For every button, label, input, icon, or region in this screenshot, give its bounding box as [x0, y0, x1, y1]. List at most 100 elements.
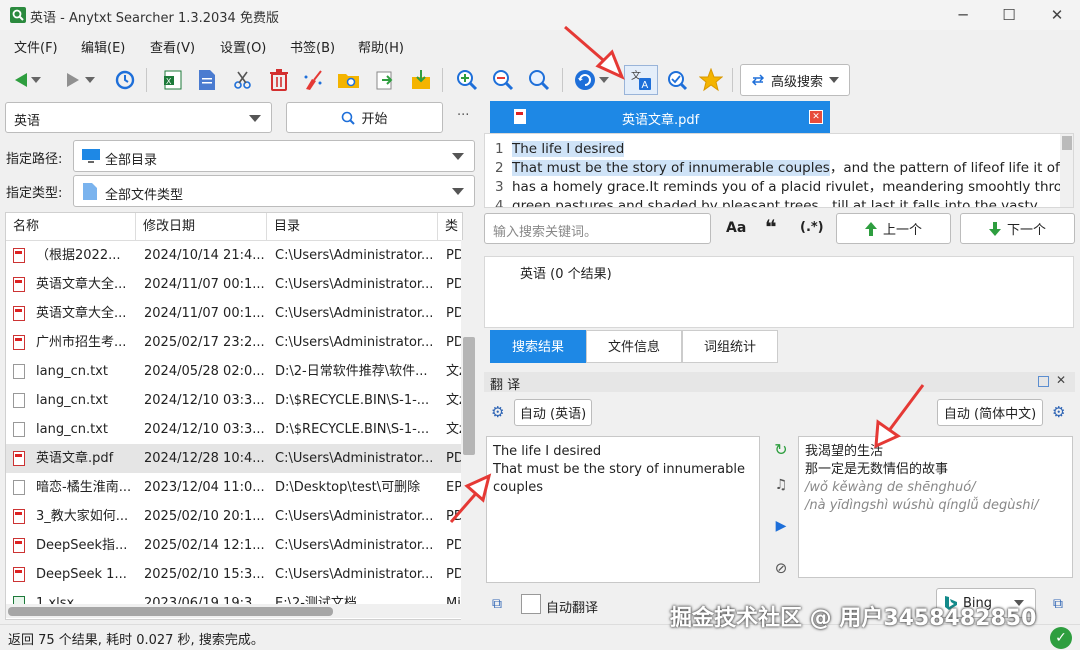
menu-settings[interactable]: 设置(O)	[220, 37, 266, 56]
zoom-reset-icon[interactable]	[524, 60, 554, 100]
path-select[interactable]: 全部目录	[73, 140, 475, 172]
target-text-area[interactable]: 我渴望的生活 那一定是无数情侣的故事 /wǒ kěwàng de shēnghu…	[798, 436, 1073, 578]
next-match-button[interactable]: 下一个	[960, 213, 1075, 244]
table-row[interactable]: lang_cn.txt 2024/05/28 02:0... D:\2-日常软件推荐…	[6, 357, 462, 386]
pdf-file-icon	[13, 335, 25, 350]
table-row[interactable]: 暗恋-橘生淮南... 2023/12/04 11:0... D:\Desktop\t…	[6, 473, 462, 502]
toolbar-separator	[442, 68, 443, 92]
copy-target-icon[interactable]: ⧉	[1053, 596, 1063, 612]
cell-directory: C:\Users\Administrator...	[275, 567, 434, 582]
chevron-down-icon[interactable]	[452, 153, 464, 160]
copy-source-icon[interactable]: ⧉	[492, 596, 502, 612]
find-in-page-icon[interactable]	[662, 60, 692, 100]
auto-translate-checkbox[interactable]	[521, 594, 541, 614]
menu-edit[interactable]: 编辑(E)	[81, 37, 125, 56]
arrow-up-icon	[864, 221, 877, 236]
column-directory[interactable]: 目录	[267, 213, 438, 241]
arrow-down-icon	[988, 221, 1001, 236]
source-text-area[interactable]: The life I desired That must be the stor…	[486, 436, 760, 583]
table-row[interactable]: DeepSeek 1... 2025/02/10 15:3... C:\Users\…	[6, 560, 462, 589]
source-line: That must be the story of innumerable	[493, 462, 745, 477]
whole-word-button[interactable]: ❝	[765, 215, 777, 239]
zoom-in-icon[interactable]	[452, 60, 482, 100]
chevron-down-icon[interactable]	[249, 114, 261, 122]
tab-phrase-stats[interactable]: 词组统计	[682, 330, 778, 363]
menu-bookmarks[interactable]: 书签(B)	[290, 37, 335, 56]
find-input[interactable]: 输入搜索关键词。	[484, 213, 711, 244]
menu-view[interactable]: 查看(V)	[150, 37, 195, 56]
open-folder-icon[interactable]	[334, 60, 364, 100]
type-value: 全部文件类型	[105, 188, 184, 203]
document-icon[interactable]	[192, 60, 222, 100]
preview-scroll-thumb[interactable]	[1062, 136, 1072, 150]
table-row[interactable]: DeepSeek指... 2025/02/14 12:1... C:\Users\A…	[6, 531, 462, 560]
title-bar: 英语 - Anytxt Searcher 1.3.2034 免费版 ─ ☐ ✕	[0, 0, 1080, 30]
cut-icon[interactable]	[228, 60, 258, 100]
advanced-search-button[interactable]: 高级搜索	[740, 64, 850, 96]
export-excel-icon[interactable]: X	[158, 60, 188, 100]
search-input[interactable]: 英语	[5, 102, 272, 133]
column-type[interactable]: 类	[438, 213, 462, 241]
target-settings-icon[interactable]: ⚙	[1052, 403, 1065, 421]
close-button[interactable]: ✕	[1034, 0, 1080, 30]
source-line: The life I desired	[493, 444, 602, 459]
star-icon[interactable]	[696, 60, 726, 100]
move-to-icon[interactable]	[406, 60, 436, 100]
cell-name: 英语文章大全...	[36, 277, 127, 292]
swap-refresh-icon[interactable]: ↻	[772, 440, 790, 459]
preview-tab[interactable]: 英语文章.pdf ✕	[490, 101, 830, 133]
app-search-icon	[10, 7, 26, 23]
table-row[interactable]: lang_cn.txt 2024/12/10 03:3... D:\$RECYCLE…	[6, 415, 462, 444]
cell-date: 2024/10/14 21:4...	[144, 248, 264, 263]
zoom-out-icon[interactable]	[488, 60, 518, 100]
table-row[interactable]: 英语文章大全... 2024/11/07 00:1... C:\Users\Admi…	[6, 270, 462, 299]
start-search-button[interactable]: 开始	[286, 102, 443, 133]
cell-date: 2023/12/04 11:0...	[144, 480, 264, 495]
cell-name: 暗恋-橘生淮南...	[36, 480, 132, 495]
previous-match-button[interactable]: 上一个	[836, 213, 951, 244]
cell-directory: C:\Users\Administrator...	[275, 509, 434, 524]
menu-file[interactable]: 文件(F)	[14, 37, 58, 56]
history-icon[interactable]	[110, 60, 140, 100]
more-options[interactable]: ···	[457, 108, 469, 123]
match-case-button[interactable]: Aa	[726, 220, 746, 236]
chevron-down-icon[interactable]	[452, 188, 464, 195]
tab-search-results[interactable]: 搜索结果	[490, 330, 586, 363]
table-row[interactable]: 广州市招生考... 2025/02/17 23:2... C:\Users\Admi…	[6, 328, 462, 357]
back-dropdown-icon[interactable]	[28, 60, 44, 100]
source-settings-icon[interactable]: ⚙	[491, 403, 504, 421]
column-date[interactable]: 修改日期	[136, 213, 267, 241]
target-language-label: 自动 (简体中文)	[943, 407, 1037, 422]
close-panel-icon[interactable]: ✕	[1056, 373, 1066, 387]
table-row[interactable]: 英语文章大全... 2024/11/07 00:1... C:\Users\Admi…	[6, 299, 462, 328]
play-icon[interactable]: ▶	[772, 517, 790, 535]
target-language-button[interactable]: 自动 (简体中文)	[937, 399, 1043, 426]
results-summary[interactable]: 英语 (0 个结果)	[520, 263, 612, 282]
tab-file-info[interactable]: 文件信息	[586, 330, 682, 363]
doc-line: 1 The life I desired	[495, 141, 625, 157]
close-tab-icon[interactable]: ✕	[809, 110, 823, 124]
toolbar-separator	[732, 68, 733, 92]
minimize-button[interactable]: ─	[940, 0, 986, 30]
table-horizontal-thumb[interactable]	[8, 607, 333, 616]
table-row[interactable]: lang_cn.txt 2024/12/10 03:3... D:\$RECYCLE…	[6, 386, 462, 415]
table-scroll-thumb[interactable]	[463, 337, 475, 455]
source-language-button[interactable]: 自动 (英语)	[514, 399, 592, 426]
table-row[interactable]: 3_教大家如何... 2025/02/10 20:1... C:\Users\Adm…	[6, 502, 462, 531]
copy-to-icon[interactable]	[370, 60, 400, 100]
table-row[interactable]: （根据2022... 2024/10/14 21:4... C:\Users\Adm…	[6, 241, 462, 270]
forward-dropdown-icon[interactable]	[82, 60, 98, 100]
pinyin-line: /nà yīdìngshì wúshù qínglǚ degùshi/	[805, 498, 1039, 513]
delete-icon[interactable]	[264, 60, 294, 100]
undock-icon[interactable]	[1038, 376, 1049, 387]
menu-help[interactable]: 帮助(H)	[358, 37, 404, 56]
speak-icon[interactable]: ♫	[772, 476, 790, 494]
maximize-button[interactable]: ☐	[986, 0, 1032, 30]
column-name[interactable]: 名称	[6, 213, 136, 241]
clean-icon[interactable]	[298, 60, 328, 100]
type-select[interactable]: 全部文件类型	[73, 175, 475, 207]
regex-button[interactable]: (.*)	[800, 220, 824, 235]
stop-icon[interactable]: ⊘	[772, 559, 790, 577]
cell-name: 英语文章.pdf	[36, 451, 114, 466]
table-row[interactable]: 英语文章.pdf 2024/12/28 10:4... C:\Users\Admin…	[6, 444, 462, 473]
